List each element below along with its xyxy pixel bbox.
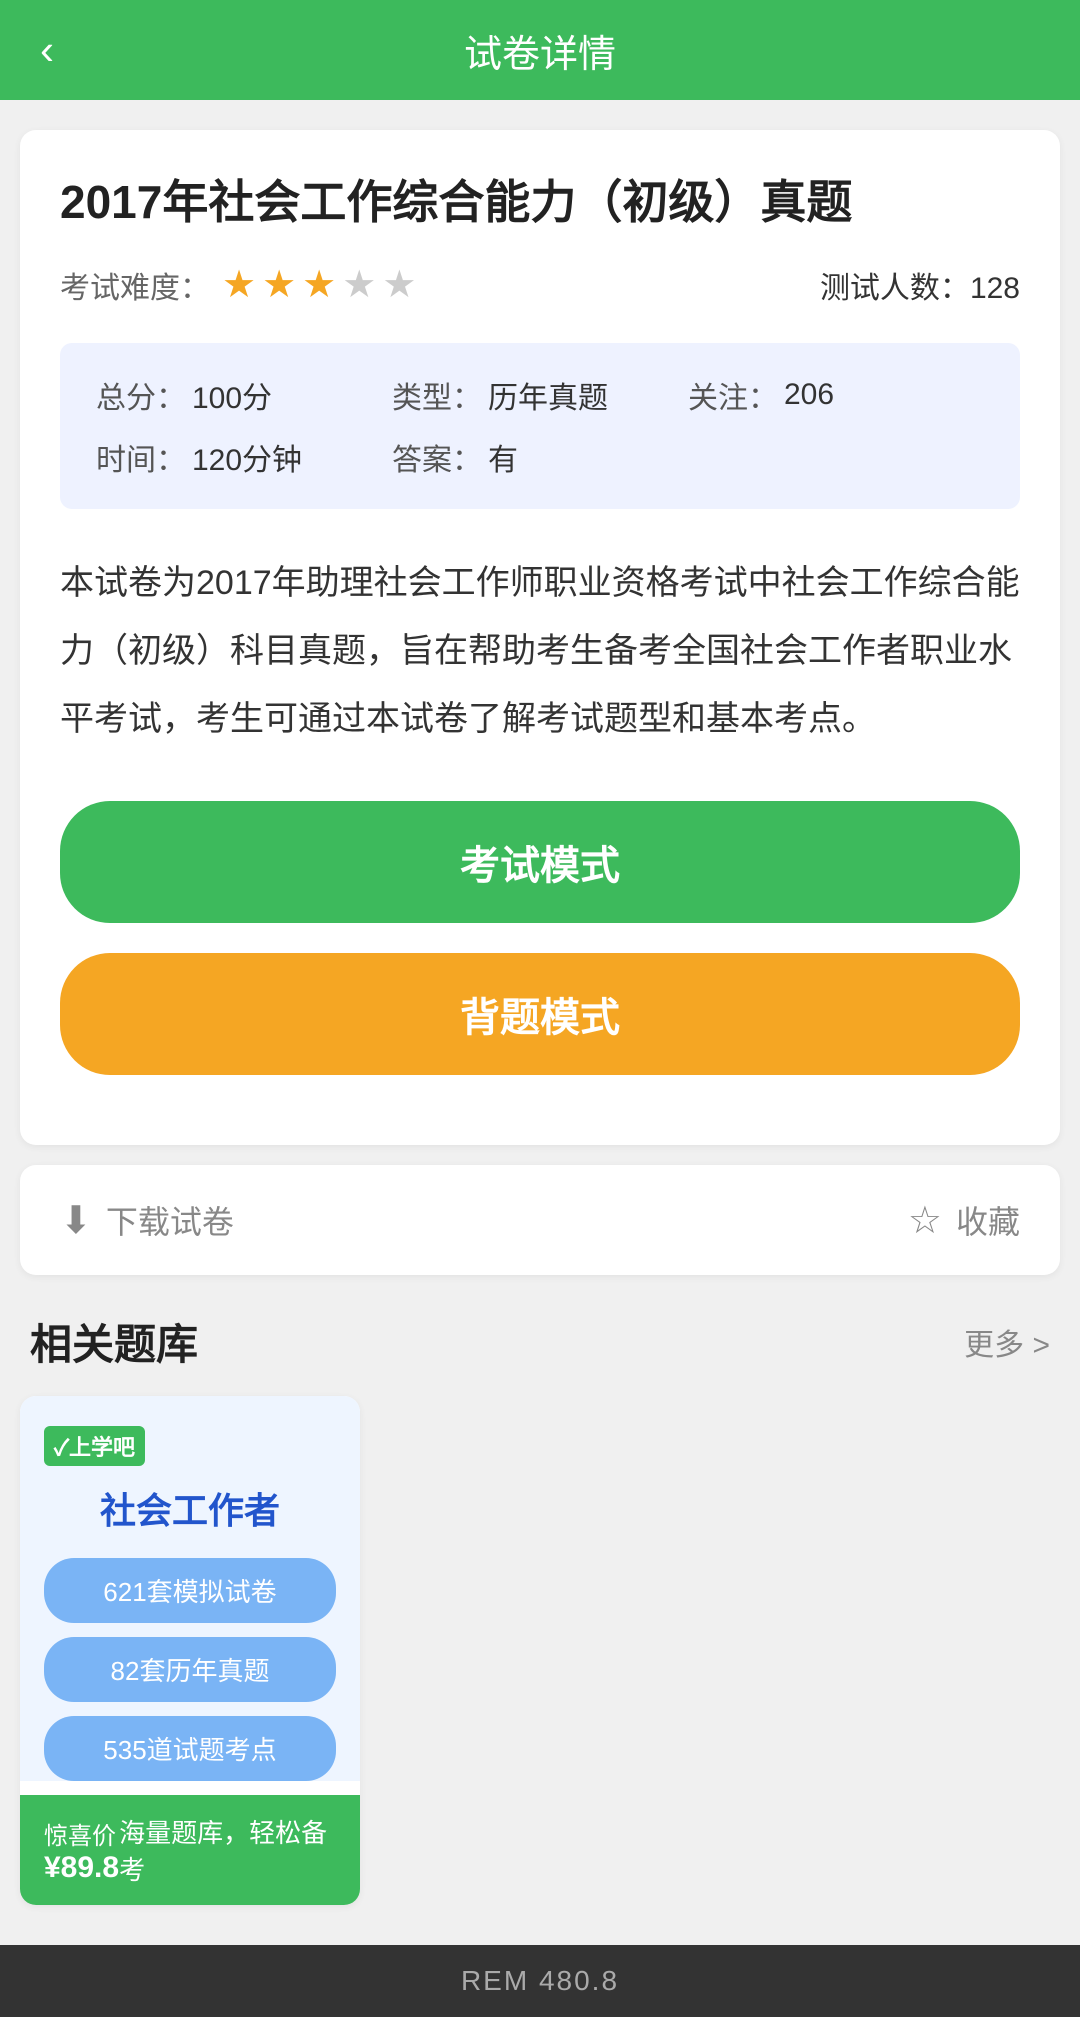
star-1: ★ bbox=[222, 262, 256, 307]
star-3: ★ bbox=[302, 262, 336, 307]
info-attention: 关注： 206 bbox=[688, 373, 984, 417]
info-type: 类型： 历年真题 bbox=[392, 373, 688, 417]
answer-val: 有 bbox=[488, 435, 518, 479]
answer-key: 答案： bbox=[392, 435, 482, 479]
download-icon: ⬇ bbox=[60, 1198, 92, 1243]
test-count: 测试人数：128 bbox=[820, 263, 1020, 307]
info-row-2: 时间： 120分钟 答案： 有 bbox=[96, 435, 984, 479]
qbank-slogan: 海量题库，轻松备考 bbox=[119, 1813, 336, 1887]
collect-action[interactable]: ☆ 收藏 bbox=[908, 1197, 1020, 1243]
related-section-header: 相关题库 更多 > bbox=[0, 1275, 1080, 1396]
qbank-price-prefix: 惊喜价 bbox=[44, 1816, 119, 1851]
test-count-value: 128 bbox=[970, 272, 1020, 305]
info-time: 时间： 120分钟 bbox=[96, 435, 392, 479]
card-actions: ⬇ 下载试卷 ☆ 收藏 bbox=[20, 1165, 1060, 1275]
header: ‹ 试卷详情 bbox=[0, 0, 1080, 100]
bottom-text: REM 480.8 bbox=[461, 1965, 619, 1996]
collect-label: 收藏 bbox=[956, 1197, 1020, 1243]
more-button[interactable]: 更多 > bbox=[964, 1320, 1050, 1364]
time-key: 时间： bbox=[96, 435, 186, 479]
qbank-card-inner: ✓上学吧 社会工作者 621套模拟试卷 82套历年真题 535道试题考点 bbox=[20, 1396, 360, 1781]
exam-detail-card: 2017年社会工作综合能力（初级）真题 考试难度： ★ ★ ★ ★ ★ 测试人数… bbox=[20, 130, 1060, 1145]
qbank-price-area: 惊喜价 ¥89.8 bbox=[44, 1816, 119, 1885]
qbank-logo: ✓上学吧 bbox=[44, 1426, 145, 1466]
qbank-stat-3[interactable]: 535道试题考点 bbox=[44, 1716, 336, 1781]
qbank-card[interactable]: ✓上学吧 社会工作者 621套模拟试卷 82套历年真题 535道试题考点 惊喜价… bbox=[20, 1396, 360, 1905]
star-5: ★ bbox=[382, 262, 416, 307]
total-score-val: 100分 bbox=[192, 373, 272, 417]
info-row-1: 总分： 100分 类型： 历年真题 关注： 206 bbox=[96, 373, 984, 417]
info-answer: 答案： 有 bbox=[392, 435, 688, 479]
attention-key: 关注： bbox=[688, 373, 778, 417]
download-label: 下载试卷 bbox=[106, 1197, 234, 1243]
meta-row: 考试难度： ★ ★ ★ ★ ★ 测试人数：128 bbox=[60, 262, 1020, 307]
time-val: 120分钟 bbox=[192, 435, 302, 479]
qbank-footer: 惊喜价 ¥89.8 海量题库，轻松备考 bbox=[20, 1795, 360, 1905]
qbank-name: 社会工作者 bbox=[44, 1482, 336, 1534]
type-val: 历年真题 bbox=[488, 373, 608, 417]
stars: ★ ★ ★ ★ ★ bbox=[222, 262, 416, 307]
star-4: ★ bbox=[342, 262, 376, 307]
exam-description: 本试卷为2017年助理社会工作师职业资格考试中社会工作综合能力（初级）科目真题，… bbox=[60, 549, 1020, 753]
collect-icon: ☆ bbox=[908, 1198, 942, 1243]
difficulty-label: 考试难度： bbox=[60, 263, 210, 307]
back-button[interactable]: ‹ bbox=[40, 26, 54, 74]
qbank-price: ¥89.8 bbox=[44, 1851, 119, 1885]
attention-val: 206 bbox=[784, 378, 834, 412]
exam-mode-button[interactable]: 考试模式 bbox=[60, 801, 1020, 923]
qbank-logo-area: ✓上学吧 bbox=[44, 1426, 336, 1466]
star-2: ★ bbox=[262, 262, 296, 307]
test-count-label: 测试人数： bbox=[820, 272, 970, 305]
qbank-stat-1[interactable]: 621套模拟试卷 bbox=[44, 1558, 336, 1623]
study-mode-button[interactable]: 背题模式 bbox=[60, 953, 1020, 1075]
info-grid: 总分： 100分 类型： 历年真题 关注： 206 时间： 120分钟 答案： … bbox=[60, 343, 1020, 509]
header-title: 试卷详情 bbox=[464, 23, 616, 78]
related-title: 相关题库 bbox=[30, 1311, 198, 1372]
download-action[interactable]: ⬇ 下载试卷 bbox=[60, 1197, 234, 1243]
exam-title: 2017年社会工作综合能力（初级）真题 bbox=[60, 170, 1020, 234]
total-score-key: 总分： bbox=[96, 373, 186, 417]
type-key: 类型： bbox=[392, 373, 482, 417]
qbank-stat-2[interactable]: 82套历年真题 bbox=[44, 1637, 336, 1702]
info-total-score: 总分： 100分 bbox=[96, 373, 392, 417]
bottom-bar: REM 480.8 bbox=[0, 1945, 1080, 2017]
